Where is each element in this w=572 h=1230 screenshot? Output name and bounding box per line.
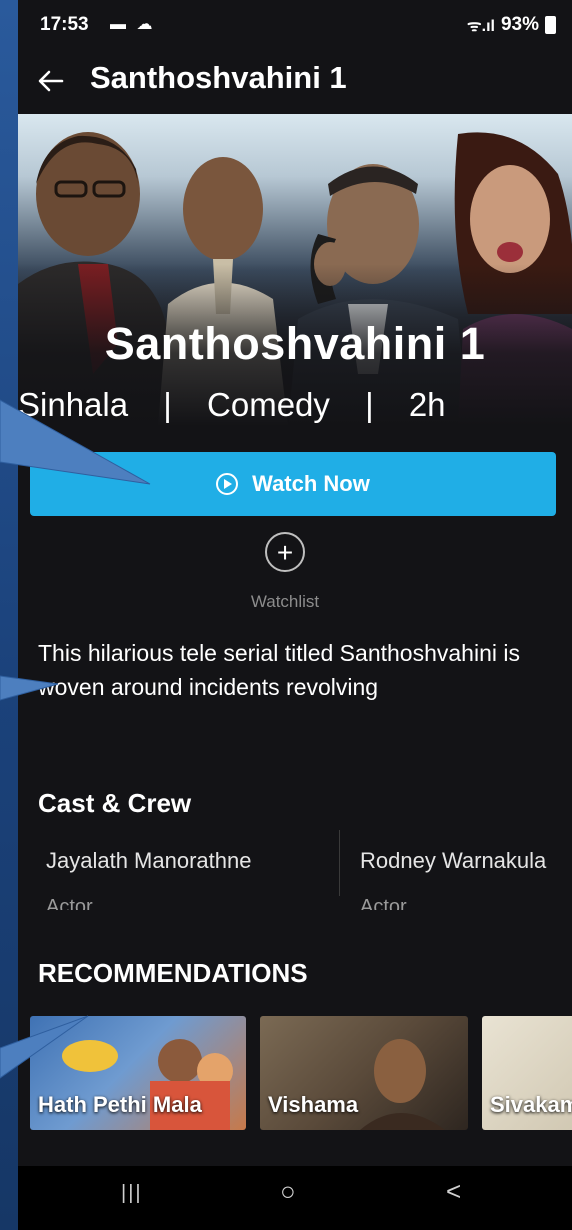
callout-arrows [0, 399, 151, 1079]
callout-arrow-watch [0, 399, 151, 485]
callout-arrow-recommendations [0, 1015, 89, 1079]
callout-arrow-description [0, 675, 59, 701]
